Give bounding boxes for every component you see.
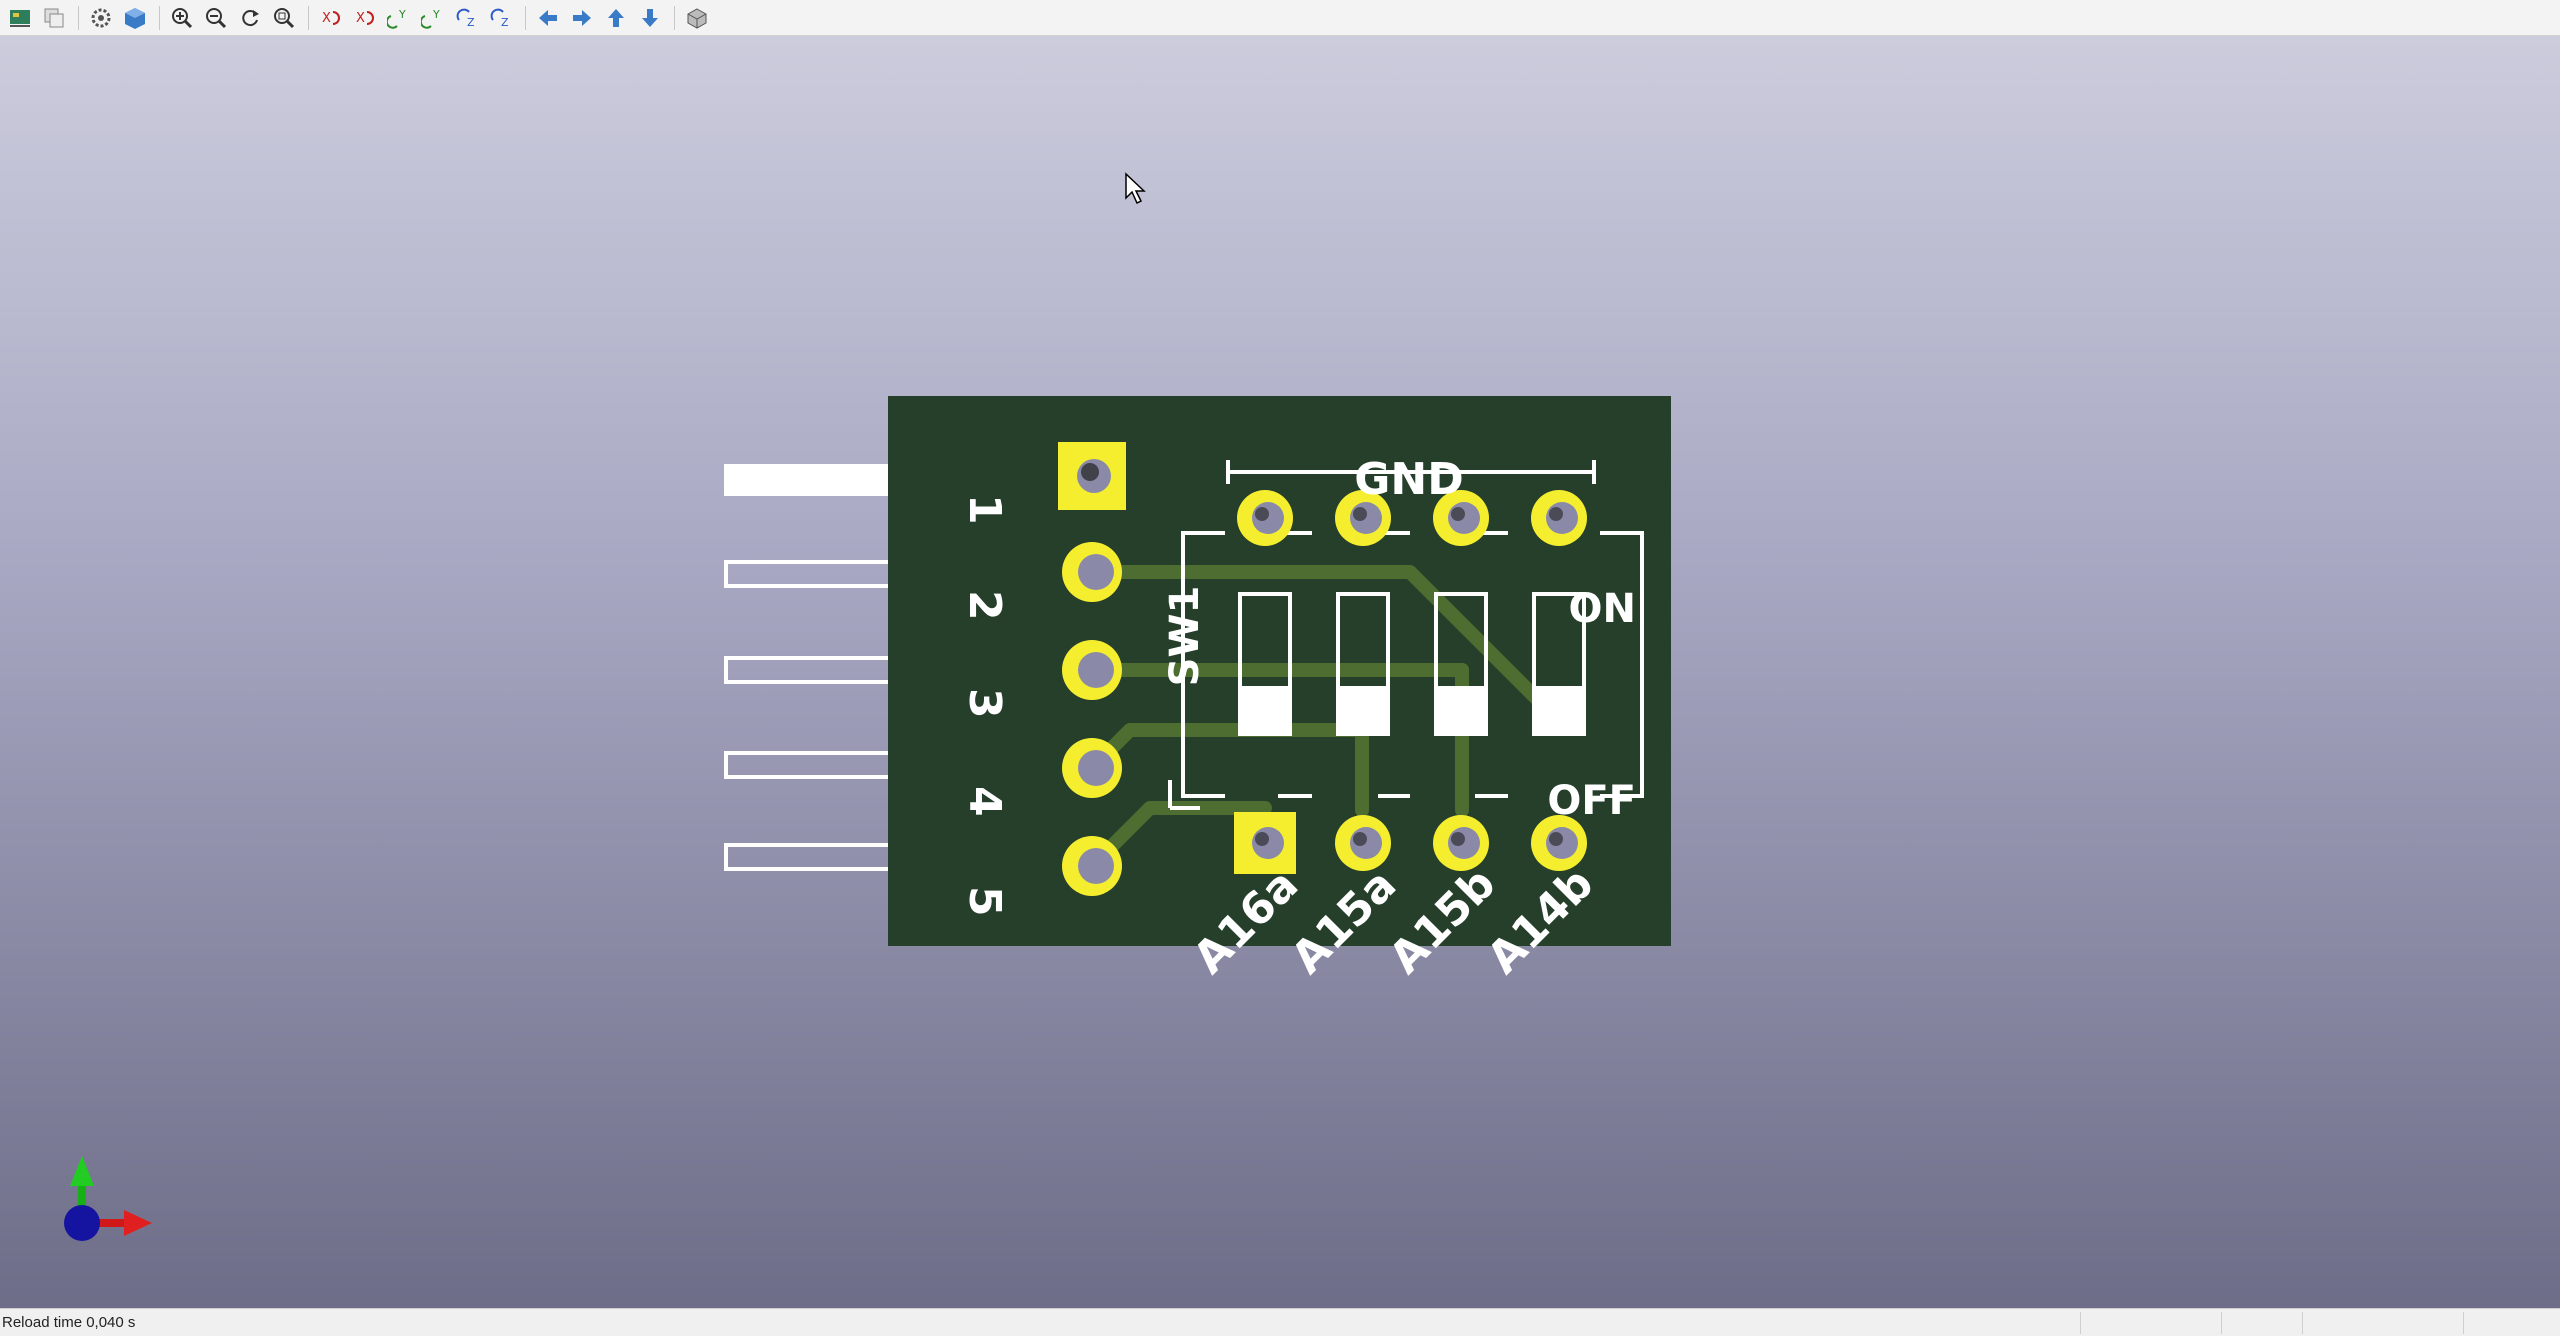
pin-label-3: 3 <box>959 688 1010 719</box>
svg-text:Z: Z <box>467 16 475 29</box>
pin-label-1: 1 <box>959 494 1010 525</box>
zoom-out-icon[interactable] <box>200 2 232 34</box>
zoom-fit-icon[interactable] <box>268 2 300 34</box>
toolbar-separator <box>674 5 675 30</box>
settings-gear-icon[interactable] <box>85 2 117 34</box>
header-pin-5 <box>724 843 894 871</box>
svg-text:X: X <box>322 11 331 26</box>
header-pin-1 <box>724 464 892 496</box>
rotate-z-ccw-icon[interactable]: Z <box>485 2 517 34</box>
toolbar-separator <box>159 5 160 30</box>
status-segment <box>2302 1311 2463 1334</box>
move-down-icon[interactable] <box>634 2 666 34</box>
status-bar: Reload time 0,040 s <box>0 1308 2560 1336</box>
3d-viewport[interactable]: 1 2 3 4 5 GND SW1 ON OFF A16a A15a A15b … <box>0 36 2560 1308</box>
render-options-icon[interactable] <box>4 2 36 34</box>
mouse-cursor-icon <box>1125 172 1146 205</box>
status-segment <box>2463 1311 2560 1334</box>
move-up-icon[interactable] <box>600 2 632 34</box>
on-label: ON <box>1569 586 1636 632</box>
off-label: OFF <box>1547 778 1636 824</box>
header-pin-3 <box>724 656 894 684</box>
pin-label-4: 4 <box>959 786 1010 817</box>
svg-text:Y: Y <box>398 8 406 21</box>
svg-text:Y: Y <box>432 8 440 21</box>
gnd-label: GND <box>1354 454 1463 505</box>
svg-text:Z: Z <box>501 16 509 29</box>
pin-label-2: 2 <box>959 590 1010 621</box>
toolbar-separator <box>78 5 79 30</box>
header-pins <box>724 464 894 871</box>
move-left-icon[interactable] <box>532 2 564 34</box>
zoom-in-icon[interactable] <box>166 2 198 34</box>
status-text: Reload time 0,040 s <box>2 1314 136 1331</box>
redraw-icon[interactable] <box>234 2 266 34</box>
axis-gizmo <box>64 1156 152 1241</box>
rotate-y-ccw-icon[interactable]: Y <box>417 2 449 34</box>
toolbar-separator <box>525 5 526 30</box>
pin-label-5: 5 <box>959 886 1010 917</box>
copy-image-icon[interactable] <box>38 2 70 34</box>
pcb-render: 1 2 3 4 5 GND SW1 ON OFF A16a A15a A15b … <box>64 172 1671 1241</box>
move-right-icon[interactable] <box>566 2 598 34</box>
toolbar: X X Y Y Z Z <box>0 0 2560 36</box>
status-segment <box>2080 1311 2221 1334</box>
3d-view-icon[interactable] <box>119 2 151 34</box>
rotate-y-cw-icon[interactable]: Y <box>383 2 415 34</box>
rotate-z-cw-icon[interactable]: Z <box>451 2 483 34</box>
svg-text:X: X <box>356 11 365 26</box>
rotate-x-cw-icon[interactable]: X <box>315 2 347 34</box>
header-pin-4 <box>724 751 894 779</box>
toolbar-separator <box>308 5 309 30</box>
rotate-x-ccw-icon[interactable]: X <box>349 2 381 34</box>
header-pin-2 <box>724 560 894 588</box>
orthographic-icon[interactable] <box>681 2 713 34</box>
status-segment <box>2221 1311 2302 1334</box>
ref-label: SW1 <box>1162 586 1208 687</box>
